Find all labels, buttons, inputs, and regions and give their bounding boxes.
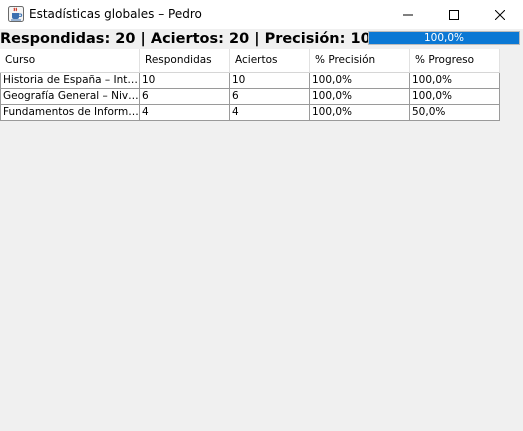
stats-summary: Respondidas: 20 | Aciertos: 20 | Precisi… xyxy=(0,31,411,47)
cell-curso[interactable]: Geografía General – Nivel ... xyxy=(0,89,140,105)
cell-respondidas[interactable]: 10 xyxy=(140,73,230,89)
cell-respondidas[interactable]: 4 xyxy=(140,105,230,121)
progress-bar: 100,0% xyxy=(368,31,520,45)
maximize-button[interactable] xyxy=(431,0,477,29)
cell-aciertos[interactable]: 10 xyxy=(230,73,310,89)
cell-precision[interactable]: 100,0% xyxy=(310,89,410,105)
cell-progreso[interactable]: 50,0% xyxy=(410,105,500,121)
minimize-button[interactable] xyxy=(385,0,431,29)
table-row[interactable]: Geografía General – Nivel ... 6 6 100,0%… xyxy=(0,89,500,105)
minimize-icon xyxy=(403,5,413,24)
cell-curso[interactable]: Fundamentos de Informát... xyxy=(0,105,140,121)
cell-precision[interactable]: 100,0% xyxy=(310,105,410,121)
cell-curso[interactable]: Historia de España – Intro... xyxy=(0,73,140,89)
cell-aciertos[interactable]: 6 xyxy=(230,89,310,105)
title-bar: Estadísticas globales – Pedro xyxy=(0,0,523,29)
progress-label: 100,0% xyxy=(423,32,465,44)
column-header-respondidas[interactable]: Respondidas xyxy=(140,49,230,73)
column-header-curso[interactable]: Curso xyxy=(0,49,140,73)
table-header: Curso Respondidas Aciertos % Precisión %… xyxy=(0,49,500,73)
table-row[interactable]: Historia de España – Intro... 10 10 100,… xyxy=(0,73,500,89)
cell-aciertos[interactable]: 4 xyxy=(230,105,310,121)
table-row[interactable]: Fundamentos de Informát... 4 4 100,0% 50… xyxy=(0,105,500,121)
cell-respondidas[interactable]: 6 xyxy=(140,89,230,105)
maximize-icon xyxy=(449,5,459,24)
column-header-progreso[interactable]: % Progreso xyxy=(410,49,500,73)
cell-precision[interactable]: 100,0% xyxy=(310,73,410,89)
java-cup-icon xyxy=(8,6,24,22)
column-header-aciertos[interactable]: Aciertos xyxy=(230,49,310,73)
window-title: Estadísticas globales – Pedro xyxy=(29,7,202,21)
stats-table: Curso Respondidas Aciertos % Precisión %… xyxy=(0,49,500,121)
cell-progreso[interactable]: 100,0% xyxy=(410,73,500,89)
close-button[interactable] xyxy=(477,0,523,29)
cell-progreso[interactable]: 100,0% xyxy=(410,89,500,105)
column-header-precision[interactable]: % Precisión xyxy=(310,49,410,73)
close-icon xyxy=(494,5,506,24)
